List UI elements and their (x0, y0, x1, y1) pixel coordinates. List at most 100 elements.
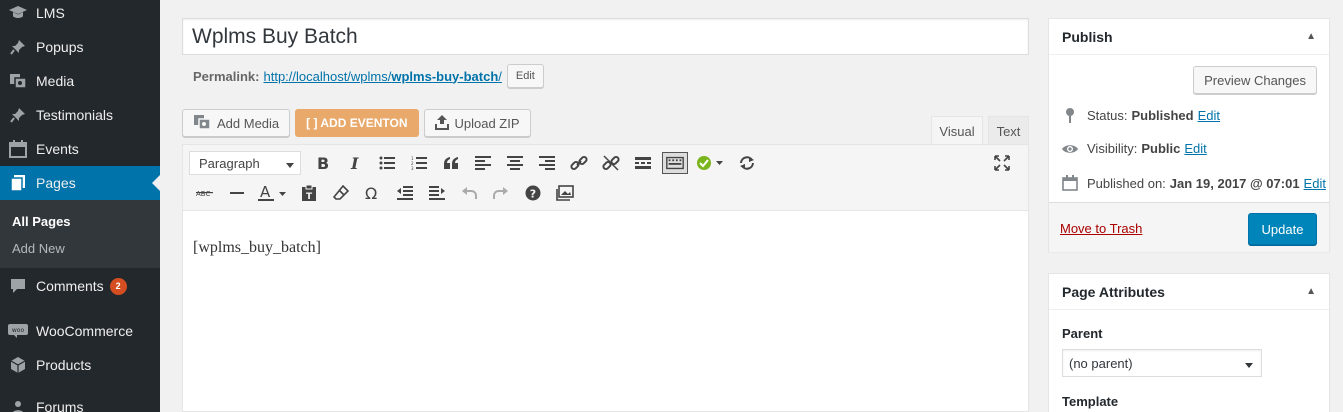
move-to-trash-link[interactable]: Move to Trash (1060, 221, 1142, 236)
published-on-row: Published on: Jan 19, 2017 @ 07:01 Edit (1061, 175, 1326, 191)
clear-formatting-icon[interactable] (325, 178, 357, 208)
editor-content[interactable]: [wplms_buy_batch] (193, 239, 321, 257)
numbered-list-icon[interactable]: 123 (403, 148, 435, 178)
publish-actions: Move to Trash Update (1049, 202, 1329, 252)
permalink-link[interactable]: http://localhost/wplms/wplms-buy-batch/ (263, 69, 501, 84)
svg-text:?: ? (530, 188, 536, 201)
submenu-add-new[interactable]: Add New (12, 241, 65, 256)
media-buttons: Add Media [ ] ADD EVENTON Upload ZIP (182, 109, 531, 137)
visibility-value: Public (1141, 141, 1181, 156)
sidebar-item-label: Events (36, 141, 79, 157)
fullscreen-icon[interactable] (986, 148, 1018, 178)
permalink-label: Permalink: (193, 68, 260, 84)
edit-visibility-link[interactable]: Edit (1184, 141, 1206, 156)
page-attributes-header[interactable]: Page Attributes ▲ (1049, 274, 1329, 310)
upload-zip-label: Upload ZIP (454, 115, 520, 131)
format-select[interactable]: Paragraph (189, 151, 301, 175)
upload-zip-button[interactable]: Upload ZIP (423, 109, 531, 137)
add-media-button[interactable]: Add Media (182, 109, 291, 137)
tab-text[interactable]: Text (988, 116, 1029, 145)
publish-box-title: Publish (1062, 28, 1113, 45)
edit-status-link[interactable]: Edit (1198, 108, 1220, 123)
align-left-icon[interactable] (467, 148, 499, 178)
parent-select[interactable]: (no parent) (1062, 349, 1262, 377)
special-character-icon[interactable]: Ω (357, 178, 389, 208)
link-icon[interactable] (563, 148, 595, 178)
sidebar-item-woocommerce[interactable]: woo WooCommerce (0, 314, 160, 348)
sidebar-item-events[interactable]: Events (0, 132, 160, 166)
add-media-label: Add Media (217, 115, 280, 131)
gallery-icon[interactable] (549, 178, 581, 208)
products-icon (0, 356, 36, 374)
update-button[interactable]: Update (1248, 213, 1317, 245)
content-editor: Paragraph B I 123 ABC A T Ω ? [wplms_buy… (182, 144, 1029, 412)
sidebar-item-forums[interactable]: Forums (0, 390, 160, 412)
post-title-input[interactable]: Wplms Buy Batch (182, 18, 1029, 55)
sidebar-item-pages[interactable]: Pages (0, 166, 160, 200)
indent-icon[interactable] (421, 178, 453, 208)
unlink-icon[interactable] (595, 148, 627, 178)
align-right-icon[interactable] (531, 148, 563, 178)
redo-icon[interactable] (485, 178, 517, 208)
publish-box: Publish ▲ Preview Changes Status: Publish… (1048, 18, 1330, 252)
publish-box-header[interactable]: Publish ▲ (1049, 19, 1329, 55)
svg-text:T: T (306, 192, 313, 201)
parent-label: Parent (1062, 326, 1103, 341)
pages-icon (0, 174, 36, 192)
bold-icon[interactable]: B (307, 148, 339, 178)
outdent-icon[interactable] (389, 178, 421, 208)
tab-visual[interactable]: Visual (931, 116, 983, 145)
preview-changes-button[interactable]: Preview Changes (1193, 66, 1317, 94)
chevron-down-icon (286, 156, 294, 171)
sidebar-item-lms[interactable]: LMS (0, 0, 160, 30)
italic-icon[interactable]: I (339, 148, 371, 178)
read-more-icon[interactable] (627, 148, 659, 178)
edit-date-link[interactable]: Edit (1304, 176, 1326, 191)
visibility-label: Visibility: (1087, 141, 1138, 156)
svg-text:3: 3 (411, 166, 414, 170)
page-attributes-box: Page Attributes ▲ Parent (no parent) Tem… (1048, 273, 1330, 412)
sidebar-item-label: WooCommerce (36, 323, 133, 339)
sidebar-item-popups[interactable]: Popups (0, 30, 160, 64)
text-color-icon[interactable]: A (253, 178, 293, 208)
edit-permalink-button[interactable]: Edit (506, 64, 544, 88)
sidebar-item-testimonials[interactable]: Testimonials (0, 98, 160, 132)
media-icon (0, 73, 36, 89)
template-label: Template (1062, 394, 1119, 409)
upload-icon (434, 114, 449, 133)
sidebar-item-label: Testimonials (36, 107, 114, 123)
undo-icon[interactable] (453, 178, 485, 208)
bullet-list-icon[interactable] (371, 148, 403, 178)
help-icon[interactable]: ? (517, 178, 549, 208)
horizontal-line-icon[interactable] (221, 178, 253, 208)
collapse-arrow-icon[interactable]: ▲ (1306, 286, 1316, 297)
collapse-arrow-icon[interactable]: ▲ (1306, 31, 1316, 42)
add-media-icon (193, 114, 211, 133)
sidebar-item-label: Pages (36, 175, 76, 191)
align-center-icon[interactable] (499, 148, 531, 178)
permalink-base: http://localhost/wplms/ (263, 68, 392, 84)
toolbar-toggle-icon[interactable] (659, 148, 691, 178)
comment-count-badge: 2 (109, 277, 127, 295)
calendar-icon (1061, 175, 1079, 191)
submenu-all-pages[interactable]: All Pages (12, 214, 71, 229)
sidebar-item-label: Comments (36, 278, 104, 294)
calendar-icon (0, 140, 36, 158)
post-title-text: Wplms Buy Batch (192, 24, 358, 48)
sidebar-item-products[interactable]: Products (0, 348, 160, 382)
status-label: Status: (1087, 107, 1128, 123)
pin-icon (0, 39, 36, 55)
blockquote-icon[interactable] (435, 148, 467, 178)
paste-text-icon[interactable]: T (293, 178, 325, 208)
yoast-check-icon[interactable] (691, 148, 731, 178)
sidebar-item-media[interactable]: Media (0, 64, 160, 98)
svg-text:ABC: ABC (196, 190, 210, 198)
comment-icon (0, 278, 36, 294)
strikethrough-icon[interactable]: ABC (189, 178, 221, 208)
svg-text:woo: woo (12, 327, 25, 334)
refresh-icon[interactable] (731, 148, 763, 178)
permalink-trailing: / (498, 68, 502, 84)
sidebar-item-label: Media (36, 73, 75, 89)
add-eventon-button[interactable]: [ ] ADD EVENTON (295, 109, 419, 137)
sidebar-item-comments[interactable]: Comments 2 (0, 269, 160, 303)
